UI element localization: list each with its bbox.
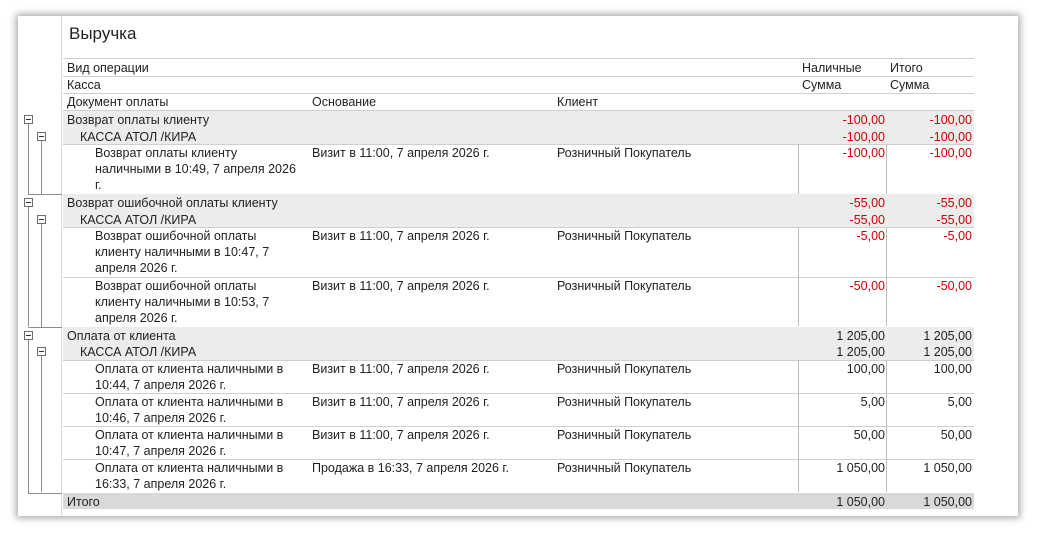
itogo-cell: -5,00	[943, 229, 973, 244]
tree-guide-line	[28, 206, 29, 327]
kassa-row-label: КАССА АТОЛ /КИРА	[80, 345, 197, 360]
column-divider	[886, 227, 887, 277]
nal-cell: 50,00	[853, 428, 885, 443]
client-cell: Розничный Покупатель	[557, 361, 692, 376]
total-nal: 1 050,00	[836, 494, 885, 509]
tree-guide-line	[41, 326, 62, 328]
document-cell: Возврат оплаты клиенту наличными в 10:49…	[95, 146, 296, 193]
document-cell: Оплата от клиента наличными в 10:47, 7 а…	[95, 428, 284, 459]
itogo-cell: 5,00	[947, 394, 972, 409]
title-rule	[63, 58, 974, 59]
header-summa-nal: Сумма	[802, 78, 842, 92]
column-divider	[798, 276, 799, 327]
tree-guide-line	[41, 140, 42, 194]
report-sheet: Выручка Вид операции Наличные Итого Касс…	[18, 16, 1018, 516]
column-divider	[798, 227, 799, 277]
client-cell: Розничный Покупатель	[557, 146, 692, 161]
osnovanie-cell: Визит в 11:00, 7 апреля 2026 г.	[312, 394, 490, 409]
collapse-minus-icon[interactable]	[24, 197, 33, 207]
osnovanie-cell: Визит в 11:00, 7 апреля 2026 г.	[312, 428, 490, 443]
document-cell: Оплата от клиента наличными в 10:46, 7 а…	[95, 394, 284, 425]
tree-guide-line	[28, 124, 29, 194]
document-cell: Оплата от клиента наличными в 10:44, 7 а…	[95, 361, 284, 392]
column-divider	[886, 359, 887, 393]
group-row-itogo: -100,00	[929, 113, 972, 127]
nal-cell: -50,00	[849, 278, 885, 293]
column-divider	[886, 392, 887, 427]
itogo-cell: 50,00	[940, 428, 972, 443]
group-row-nal: -100,00	[842, 113, 885, 127]
group-row-label: Возврат оплаты клиенту	[67, 113, 210, 127]
kassa-row-itogo: -100,00	[929, 129, 972, 144]
header-rule	[63, 93, 974, 94]
client-cell: Розничный Покупатель	[557, 461, 692, 476]
group-row-label: Возврат ошибочной оплаты клиенту	[67, 195, 278, 210]
collapse-minus-icon[interactable]	[37, 347, 46, 357]
kassa-row-nal: -55,00	[849, 212, 885, 227]
nal-cell: -5,00	[856, 229, 886, 244]
client-cell: Розничный Покупатель	[557, 428, 692, 443]
header-vid-operacii: Вид операции	[67, 61, 149, 75]
tree-guide-line	[41, 223, 42, 327]
tree-guide-line	[41, 356, 42, 493]
group-row-label: Оплата от клиента	[67, 328, 176, 343]
collapse-minus-icon[interactable]	[37, 131, 46, 141]
column-divider	[798, 359, 799, 393]
column-divider	[886, 144, 887, 194]
header-itogo: Итого	[890, 61, 923, 75]
header-nalichnye: Наличные	[802, 61, 862, 75]
group-row-itogo: 1 205,00	[923, 328, 972, 343]
collapse-minus-icon[interactable]	[24, 330, 33, 340]
header-osnovanie: Основание	[312, 95, 377, 109]
kassa-row-nal: 1 205,00	[836, 345, 885, 360]
itogo-cell: 100,00	[933, 361, 972, 376]
header-summa-itogo: Сумма	[890, 78, 930, 92]
osnovanie-cell: Визит в 11:00, 7 апреля 2026 г.	[312, 146, 490, 161]
document-cell: Возврат ошибочной оплаты клиенту наличны…	[95, 229, 270, 276]
client-cell: Розничный Покупатель	[557, 278, 692, 293]
column-divider	[886, 459, 887, 493]
column-divider	[886, 276, 887, 327]
kassa-row-label: КАССА АТОЛ /КИРА	[80, 129, 197, 144]
osnovanie-cell: Визит в 11:00, 7 апреля 2026 г.	[312, 278, 490, 293]
tree-guide-line	[28, 339, 29, 493]
column-divider	[798, 459, 799, 493]
osnovanie-cell: Визит в 11:00, 7 апреля 2026 г.	[312, 361, 490, 376]
client-cell: Розничный Покупатель	[557, 394, 692, 409]
column-divider	[798, 426, 799, 460]
collapse-minus-icon[interactable]	[37, 214, 46, 224]
osnovanie-cell: Продажа в 16:33, 7 апреля 2026 г.	[312, 461, 509, 476]
kassa-row-itogo: -55,00	[936, 212, 972, 227]
header-klient: Клиент	[557, 95, 599, 109]
itogo-cell: -100,00	[929, 146, 972, 161]
report-title: Выручка	[69, 24, 137, 43]
column-divider	[886, 426, 887, 460]
header-dokument: Документ оплаты	[67, 95, 169, 109]
tree-gutter	[18, 16, 62, 516]
nal-cell: -100,00	[842, 146, 885, 161]
itogo-cell: 1 050,00	[923, 461, 972, 476]
client-cell: Розничный Покупатель	[557, 229, 692, 244]
total-itogo: 1 050,00	[923, 494, 972, 509]
itogo-cell: -50,00	[936, 278, 972, 293]
tree-guide-line	[41, 193, 62, 195]
kassa-row-label: КАССА АТОЛ /КИРА	[80, 212, 197, 227]
group-row-itogo: -55,00	[936, 195, 972, 210]
total-label: Итого	[67, 494, 100, 509]
kassa-row-itogo: 1 205,00	[923, 345, 972, 360]
document-cell: Возврат ошибочной оплаты клиенту наличны…	[95, 278, 270, 325]
nal-cell: 5,00	[860, 394, 885, 409]
kassa-row-nal: -100,00	[842, 129, 885, 144]
group-row-nal: 1 205,00	[836, 328, 885, 343]
document-cell: Оплата от клиента наличными в 16:33, 7 а…	[95, 461, 284, 492]
nal-cell: 100,00	[846, 361, 885, 376]
collapse-minus-icon[interactable]	[24, 115, 33, 124]
group-row-nal: -55,00	[849, 195, 885, 210]
header-kassa: Касса	[67, 78, 101, 92]
nal-cell: 1 050,00	[836, 461, 885, 476]
column-divider	[798, 392, 799, 427]
column-divider	[798, 144, 799, 194]
osnovanie-cell: Визит в 11:00, 7 апреля 2026 г.	[312, 229, 490, 244]
tree-guide-line	[41, 492, 62, 494]
